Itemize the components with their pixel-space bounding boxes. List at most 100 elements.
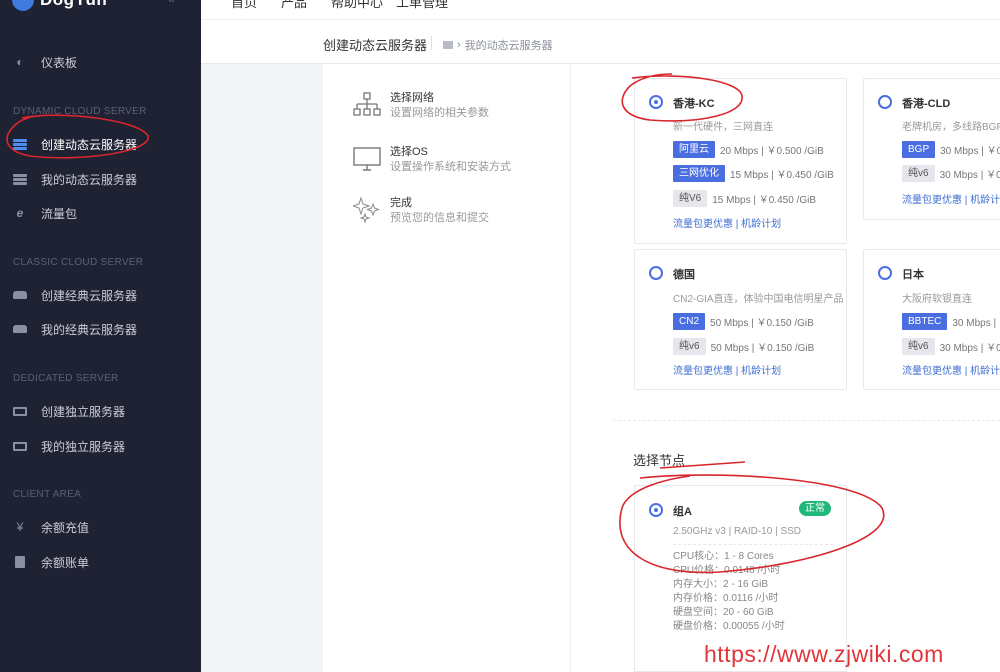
sidebar-item-bills[interactable]: 余额账单	[0, 546, 201, 578]
disk-icon	[13, 289, 27, 301]
top-nav-item-home[interactable]: 首页	[231, 0, 257, 11]
line-price: 30 Mbps | ￥0.2	[939, 343, 1000, 354]
region-card-hk-cld[interactable]: 香港-CLD 老牌机房，多线路BGP优化 BGP 30 Mbps | ￥0.2 …	[863, 78, 1000, 220]
sidebar-item-create-classic[interactable]: 创建经典云服务器	[0, 279, 201, 311]
collapse-icon[interactable]: «	[168, 0, 175, 6]
sidebar-item-traffic[interactable]: e 流量包	[0, 197, 201, 229]
top-nav-item-products[interactable]: 产品	[281, 0, 307, 11]
server-stack-icon	[13, 173, 27, 185]
node-detail: 内存价格：0.0116 /小时	[673, 593, 779, 604]
step-title: 完成	[390, 197, 412, 209]
sidebar-item-recharge[interactable]: ¥ 余额充值	[0, 511, 201, 543]
line-tag: 阿里云	[673, 141, 715, 158]
step-finish[interactable]: 完成 预览您的信息和提交	[353, 196, 489, 226]
watermark-text: https://www.zjwiki.com	[704, 641, 944, 667]
promo-links[interactable]: 流量包更优惠 | 机龄计划	[673, 362, 781, 377]
section-title-dynamic: DYNAMIC CLOUD SERVER	[13, 106, 147, 117]
line-option[interactable]: 阿里云 20 Mbps | ￥0.500 /GiB	[673, 141, 824, 158]
region-card-japan[interactable]: 日本 大阪府软银直连 BBTEC 30 Mbps | ￥ 纯v6 30 Mbps…	[863, 249, 1000, 390]
status-badge: 正常	[799, 501, 831, 516]
sidebar-item-dashboard[interactable]: ◐ 仪表板	[0, 46, 201, 78]
line-tag: 纯V6	[673, 190, 708, 207]
sparkle-icon	[353, 196, 380, 224]
region-name: 香港-KC	[673, 98, 715, 110]
promo-links[interactable]: 流量包更优惠 | 机龄计划	[673, 215, 781, 230]
region-name: 日本	[902, 269, 924, 281]
server-icon	[13, 405, 27, 417]
node-radio[interactable]	[649, 503, 663, 517]
line-option[interactable]: BBTEC 30 Mbps | ￥	[902, 313, 1000, 330]
page-title: 创建动态云服务器	[323, 38, 428, 53]
traffic-icon: e	[16, 206, 24, 220]
node-spec: 2.50GHz v3 | RAID-10 | SSD	[673, 526, 802, 537]
line-tag: CN2	[673, 313, 706, 330]
section-divider	[613, 420, 1000, 421]
line-option[interactable]: 纯v6 30 Mbps | ￥0.2	[902, 338, 1000, 355]
step-os[interactable]: 选择OS 设置操作系统和安装方式	[353, 145, 511, 175]
line-tag: BBTEC	[902, 313, 948, 330]
region-radio[interactable]	[649, 95, 663, 109]
region-card-germany[interactable]: 德国 CN2-GIA直连，体验中国电信明星产品 CN2 50 Mbps | ￥0…	[634, 249, 847, 390]
document-icon	[13, 556, 27, 568]
line-price: 50 Mbps | ￥0.150 /GiB	[710, 318, 814, 329]
logo[interactable]: DogYun	[12, 0, 107, 12]
step-title: 选择OS	[390, 146, 428, 158]
breadcrumb-divider	[431, 36, 432, 50]
sidebar: DogYun « ◐ 仪表板 DYNAMIC CLOUD SERVER 创建动态…	[0, 0, 201, 672]
promo-links[interactable]: 流量包更优惠 | 机龄计划	[902, 362, 1000, 377]
node-detail: 硬盘价格：0.00055 /小时	[673, 621, 785, 632]
breadcrumb: › 我的动态云服务器	[443, 37, 553, 53]
node-detail: CPU价格：0.0148 /小时	[673, 565, 781, 576]
node-divider	[673, 544, 833, 545]
main-content: 选择网络 设置网络的相关参数 选择OS 设置操作系统和安装方式 完成 预览您的信…	[323, 64, 1000, 672]
sidebar-item-my-classic[interactable]: 我的经典云服务器	[0, 313, 201, 345]
network-icon	[353, 92, 381, 116]
step-network[interactable]: 选择网络 设置网络的相关参数	[353, 91, 489, 121]
region-name: 德国	[673, 269, 695, 281]
page-header: 创建动态云服务器 › 我的动态云服务器	[201, 20, 1000, 64]
region-radio[interactable]	[649, 266, 663, 280]
line-price: 30 Mbps | ￥	[952, 318, 1000, 329]
section-title-dedicated: DEDICATED SERVER	[13, 373, 119, 384]
line-price: 30 Mbps | ￥0.2	[939, 170, 1000, 181]
promo-links[interactable]: 流量包更优惠 | 机龄计划	[902, 191, 1000, 206]
home-icon[interactable]	[443, 41, 453, 49]
logo-text: DogYun	[40, 0, 107, 10]
sidebar-item-my-dedicated[interactable]: 我的独立服务器	[0, 430, 201, 462]
node-name: 组A	[673, 506, 692, 518]
line-option[interactable]: 纯V6 15 Mbps | ￥0.450 /GiB	[673, 190, 816, 207]
line-tag: 三网优化	[673, 165, 725, 182]
yen-icon: ¥	[16, 520, 24, 534]
node-detail: 硬盘空间：20 - 60 GiB	[673, 607, 774, 618]
node-detail: CPU核心：1 - 8 Cores	[673, 551, 774, 562]
breadcrumb-item[interactable]: 我的动态云服务器	[465, 37, 553, 53]
monitor-icon	[353, 147, 381, 171]
sidebar-item-my-dynamic[interactable]: 我的动态云服务器	[0, 163, 201, 195]
region-desc: 大阪府软银直连	[902, 294, 972, 305]
region-desc: 老牌机房，多线路BGP优化	[902, 122, 1000, 133]
node-section-title: 选择节点	[633, 453, 686, 468]
line-price: 15 Mbps | ￥0.450 /GiB	[712, 195, 816, 206]
line-option[interactable]: BGP 30 Mbps | ￥0.2	[902, 141, 1000, 158]
node-detail: 内存大小：2 - 16 GiB	[673, 579, 769, 590]
sidebar-item-create-dynamic[interactable]: 创建动态云服务器	[0, 128, 201, 160]
disk-icon	[13, 323, 27, 335]
top-nav-item-tickets[interactable]: 工单管理	[396, 0, 448, 11]
region-radio[interactable]	[878, 95, 892, 109]
line-option[interactable]: 纯v6 50 Mbps | ￥0.150 /GiB	[673, 338, 814, 355]
sidebar-item-create-dedicated[interactable]: 创建独立服务器	[0, 395, 201, 427]
line-price: 15 Mbps | ￥0.450 /GiB	[730, 170, 834, 181]
line-option[interactable]: 纯v6 30 Mbps | ￥0.2	[902, 165, 1000, 182]
top-nav-item-help[interactable]: 帮助中心	[331, 0, 383, 11]
step-title: 选择网络	[390, 92, 434, 104]
region-radio[interactable]	[878, 266, 892, 280]
region-card-hk-kc[interactable]: 香港-KC 新一代硬件，三网直连 阿里云 20 Mbps | ￥0.500 /G…	[634, 78, 847, 244]
region-desc: 新一代硬件，三网直连	[673, 122, 773, 133]
step-desc: 设置操作系统和安装方式	[390, 161, 511, 173]
top-nav: 首页 产品 帮助中心 工单管理	[201, 0, 1000, 20]
region-desc: CN2-GIA直连，体验中国电信明星产品	[673, 294, 844, 305]
line-price: 20 Mbps | ￥0.500 /GiB	[720, 146, 824, 157]
server-stack-icon	[13, 138, 27, 150]
line-option[interactable]: CN2 50 Mbps | ￥0.150 /GiB	[673, 313, 814, 330]
line-option[interactable]: 三网优化 15 Mbps | ￥0.450 /GiB	[673, 165, 834, 182]
